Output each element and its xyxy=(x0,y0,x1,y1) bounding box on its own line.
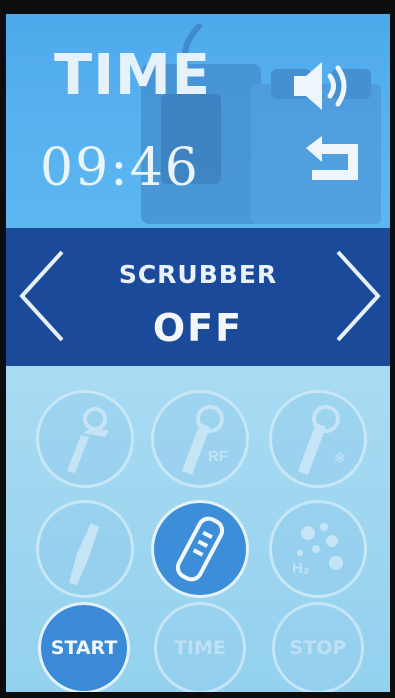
tool-panel: RF ❄ H₂ START TIME STOP xyxy=(6,366,390,692)
speaker-icon[interactable] xyxy=(290,58,360,114)
time-label: TIME xyxy=(54,43,212,108)
device-screen: TIME 09:46 SCRUBBER OFF RF ❄ H₂ START TI… xyxy=(6,14,390,692)
rf-probe-icon xyxy=(182,405,224,475)
time-button[interactable]: TIME xyxy=(154,602,246,692)
cold-tool-button[interactable]: ❄ xyxy=(269,390,367,488)
mode-banner: SCRUBBER OFF xyxy=(6,228,390,366)
chevron-right-icon[interactable] xyxy=(332,246,386,346)
rf-label: RF xyxy=(208,448,228,465)
tweezer-tool-button[interactable] xyxy=(36,390,134,488)
snowflake-icon: ❄ xyxy=(333,450,346,467)
scrubber-tool-button[interactable] xyxy=(151,500,249,598)
rf-tool-button[interactable]: RF xyxy=(151,390,249,488)
h2-label: H₂ xyxy=(292,560,310,577)
back-icon[interactable] xyxy=(302,134,364,184)
clock-display: 09:46 xyxy=(40,138,200,198)
hydrogen-tool-button[interactable]: H₂ xyxy=(269,500,367,598)
stop-button[interactable]: STOP xyxy=(272,602,364,692)
tweezer-icon xyxy=(67,407,109,473)
pen-probe-icon xyxy=(69,523,99,585)
header: TIME 09:46 xyxy=(6,14,390,228)
start-button[interactable]: START xyxy=(38,602,130,692)
pen-tool-button[interactable] xyxy=(36,500,134,598)
scrubber-icon xyxy=(175,516,225,582)
